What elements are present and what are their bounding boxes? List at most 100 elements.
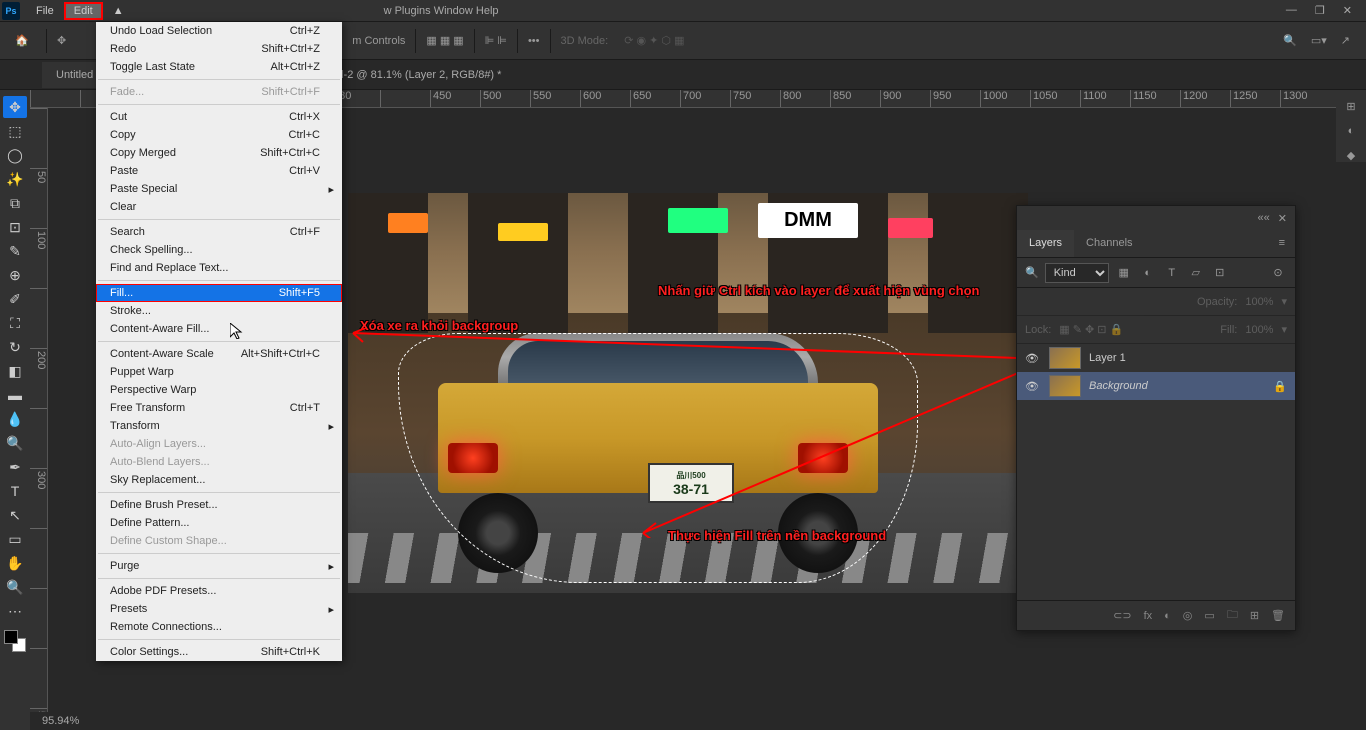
search-icon[interactable]: 🔍 bbox=[1283, 34, 1297, 47]
menu-item-undo-load-selection[interactable]: Undo Load SelectionCtrl+Z bbox=[96, 22, 342, 40]
menu-item-adobe-pdf-presets-[interactable]: Adobe PDF Presets... bbox=[96, 582, 342, 600]
menu-item-puppet-warp[interactable]: Puppet Warp bbox=[96, 363, 342, 381]
menu-item-check-spelling-[interactable]: Check Spelling... bbox=[96, 241, 342, 259]
menu-item-transform[interactable]: Transform bbox=[96, 417, 342, 435]
zoom-tool[interactable]: 🔍 bbox=[3, 576, 27, 598]
dock-icon[interactable]: ◐ bbox=[1348, 125, 1355, 137]
menu-item-pinned[interactable]: ▲ bbox=[103, 2, 134, 20]
zoom-level[interactable]: 95.94% bbox=[42, 715, 79, 727]
visibility-icon[interactable]: 👁 bbox=[1025, 380, 1041, 393]
menu-item-color-settings-[interactable]: Color Settings...Shift+Ctrl+K bbox=[96, 643, 342, 661]
dock-icon[interactable]: ◆ bbox=[1347, 149, 1355, 162]
layers-tab[interactable]: Layers bbox=[1017, 230, 1074, 257]
filter-adjust-icon[interactable]: ◐ bbox=[1139, 264, 1157, 282]
menu-item-copy-merged[interactable]: Copy MergedShift+Ctrl+C bbox=[96, 144, 342, 162]
panel-menu-icon[interactable]: ≡ bbox=[1269, 230, 1295, 257]
filter-kind-select[interactable]: Kind bbox=[1045, 263, 1109, 283]
filter-smart-icon[interactable]: ⊡ bbox=[1211, 264, 1229, 282]
menu-item-content-aware-fill-[interactable]: Content-Aware Fill... bbox=[96, 320, 342, 338]
menu-item-copy[interactable]: CopyCtrl+C bbox=[96, 126, 342, 144]
menu-item-redo[interactable]: RedoShift+Ctrl+Z bbox=[96, 40, 342, 58]
menu-item-cut[interactable]: CutCtrl+X bbox=[96, 108, 342, 126]
share-icon[interactable]: ↗ bbox=[1341, 34, 1350, 47]
channels-tab[interactable]: Channels bbox=[1074, 230, 1144, 257]
layers-footer-icon[interactable]: ▭ bbox=[1204, 609, 1214, 622]
menu-item-remote-connections-[interactable]: Remote Connections... bbox=[96, 618, 342, 636]
distribute-icon[interactable]: ⊫ ⊫ bbox=[485, 34, 507, 47]
path-tool[interactable]: ↖ bbox=[3, 504, 27, 526]
menu-item-presets[interactable]: Presets bbox=[96, 600, 342, 618]
panel-close-icon[interactable]: ✕ bbox=[1278, 212, 1287, 225]
layers-footer-icon[interactable]: fx bbox=[1144, 610, 1153, 622]
filter-pixel-icon[interactable]: ▦ bbox=[1115, 264, 1133, 282]
color-swatch[interactable] bbox=[4, 630, 26, 652]
layer-name[interactable]: Background bbox=[1089, 380, 1265, 392]
menu-item-define-pattern-[interactable]: Define Pattern... bbox=[96, 514, 342, 532]
align-icon[interactable]: ▦ ▦ ▦ bbox=[426, 34, 463, 47]
menu-item-toggle-last-state[interactable]: Toggle Last StateAlt+Ctrl+Z bbox=[96, 58, 342, 76]
eraser-tool[interactable]: ◧ bbox=[3, 360, 27, 382]
menu-item-paste-special[interactable]: Paste Special bbox=[96, 180, 342, 198]
layer-row-background[interactable]: 👁 Background 🔒 bbox=[1017, 372, 1295, 400]
home-button[interactable]: 🏠 bbox=[8, 27, 36, 55]
menu-item-paste[interactable]: PasteCtrl+V bbox=[96, 162, 342, 180]
menu-item-find-and-replace-text-[interactable]: Find and Replace Text... bbox=[96, 259, 342, 277]
lasso-tool[interactable]: ◯ bbox=[3, 144, 27, 166]
maximize-button[interactable]: ❐ bbox=[1315, 4, 1325, 17]
edit-toolbar[interactable]: ⋯ bbox=[3, 600, 27, 622]
gradient-tool[interactable]: ▬ bbox=[3, 384, 27, 406]
menu-item-free-transform[interactable]: Free TransformCtrl+T bbox=[96, 399, 342, 417]
move-tool[interactable]: ✥ bbox=[3, 96, 27, 118]
pen-tool[interactable]: ✒ bbox=[3, 456, 27, 478]
blur-tool[interactable]: 💧 bbox=[3, 408, 27, 430]
hand-tool[interactable]: ✋ bbox=[3, 552, 27, 574]
menu-edit[interactable]: Edit bbox=[64, 2, 103, 20]
heal-tool[interactable]: ⊕ bbox=[3, 264, 27, 286]
layer-row-1[interactable]: 👁 Layer 1 bbox=[1017, 344, 1295, 372]
menu-item-sky-replacement-[interactable]: Sky Replacement... bbox=[96, 471, 342, 489]
crop-tool[interactable]: ⧉ bbox=[3, 192, 27, 214]
filter-type-icon[interactable]: T bbox=[1163, 264, 1181, 282]
filter-shape-icon[interactable]: ▱ bbox=[1187, 264, 1205, 282]
filter-search-icon[interactable]: 🔍 bbox=[1025, 266, 1039, 279]
history-brush-tool[interactable]: ↻ bbox=[3, 336, 27, 358]
move-tool-icon[interactable]: ✥ bbox=[57, 34, 66, 47]
layers-footer-icon[interactable]: ◎ bbox=[1183, 609, 1193, 622]
layers-footer-icon[interactable]: ⊂⊃ bbox=[1113, 609, 1131, 622]
shape-tool[interactable]: ▭ bbox=[3, 528, 27, 550]
menu-item-purge[interactable]: Purge bbox=[96, 557, 342, 575]
layers-footer-icon[interactable]: 🗀 bbox=[1227, 606, 1238, 625]
eyedropper-tool[interactable]: ✎ bbox=[3, 240, 27, 262]
more-icon[interactable]: ••• bbox=[528, 35, 540, 47]
type-tool[interactable]: T bbox=[3, 480, 27, 502]
layers-footer-icon[interactable]: 🗑 bbox=[1271, 609, 1285, 622]
panel-collapse-icon[interactable]: «« bbox=[1258, 212, 1270, 224]
minimize-button[interactable]: — bbox=[1286, 4, 1297, 17]
menu-item-content-aware-scale[interactable]: Content-Aware ScaleAlt+Shift+Ctrl+C bbox=[96, 345, 342, 363]
layers-footer-icon[interactable]: ⊞ bbox=[1250, 609, 1259, 622]
layers-footer-icon[interactable]: ◐ bbox=[1164, 610, 1171, 622]
brush-tool[interactable]: ✐ bbox=[3, 288, 27, 310]
stamp-tool[interactable]: ⛶ bbox=[3, 312, 27, 334]
filter-toggle-icon[interactable]: ⊙ bbox=[1269, 264, 1287, 282]
close-button[interactable]: ✕ bbox=[1343, 4, 1352, 17]
dodge-tool[interactable]: 🔍 bbox=[3, 432, 27, 454]
menu-item-define-brush-preset-[interactable]: Define Brush Preset... bbox=[96, 496, 342, 514]
layer-thumbnail[interactable] bbox=[1049, 347, 1081, 369]
menu-item-clear[interactable]: Clear bbox=[96, 198, 342, 216]
visibility-icon[interactable]: 👁 bbox=[1025, 352, 1041, 365]
menu-file[interactable]: File bbox=[26, 2, 64, 20]
marquee-tool[interactable]: ⬚ bbox=[3, 120, 27, 142]
menu-item-search[interactable]: SearchCtrl+F bbox=[96, 223, 342, 241]
menu-item-perspective-warp[interactable]: Perspective Warp bbox=[96, 381, 342, 399]
layer-name[interactable]: Layer 1 bbox=[1089, 352, 1287, 364]
lock-icon[interactable]: 🔒 bbox=[1273, 380, 1287, 393]
dock-icon[interactable]: ⊞ bbox=[1346, 100, 1355, 113]
layer-thumbnail[interactable] bbox=[1049, 375, 1081, 397]
tab-doc2[interactable]: ed-2 @ 81.1% (Layer 2, RGB/8#) * bbox=[317, 62, 515, 88]
menu-item-stroke-[interactable]: Stroke... bbox=[96, 302, 342, 320]
wand-tool[interactable]: ✨ bbox=[3, 168, 27, 190]
frame-tool[interactable]: ⊡ bbox=[3, 216, 27, 238]
menu-item-fill-[interactable]: Fill...Shift+F5 bbox=[96, 284, 342, 302]
workspace-icon[interactable]: ▭▾ bbox=[1311, 34, 1327, 47]
